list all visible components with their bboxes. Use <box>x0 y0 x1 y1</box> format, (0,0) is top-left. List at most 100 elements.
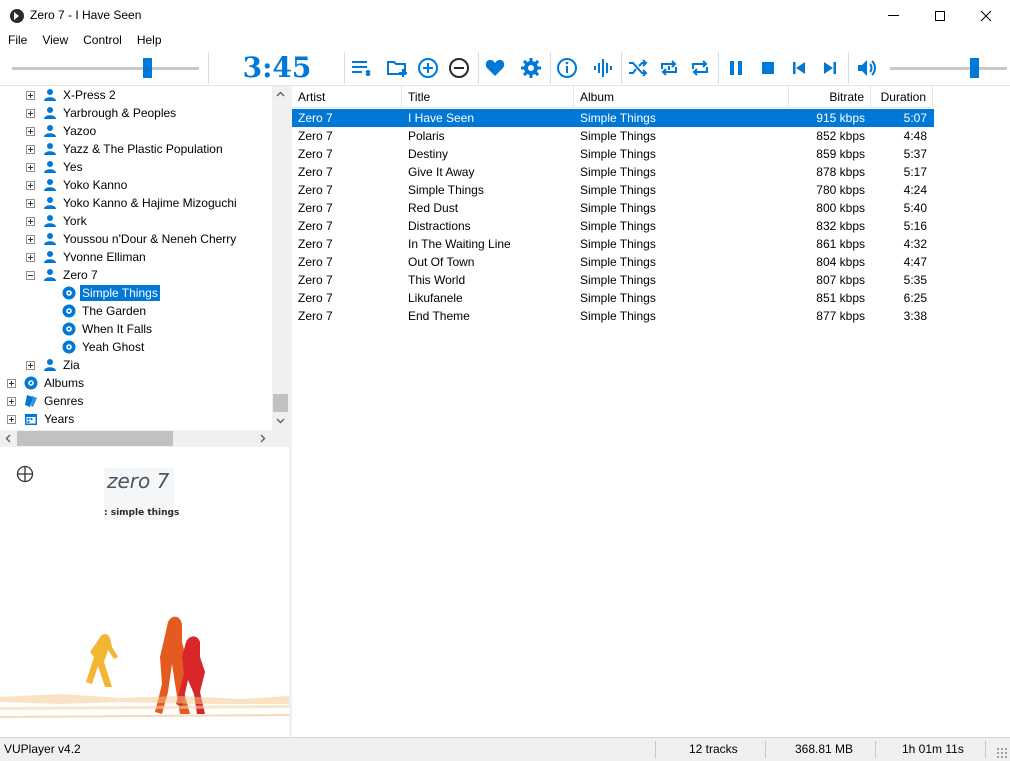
playlist-row[interactable]: Zero 7 Polaris Simple Things 852 kbps 4:48 <box>292 127 934 145</box>
minimize-button[interactable] <box>870 0 916 31</box>
column-header-title[interactable]: Title <box>402 86 574 108</box>
menu-view[interactable]: View <box>34 31 75 50</box>
expand-icon[interactable] <box>26 145 35 154</box>
playlist-row[interactable]: Zero 7 End Theme Simple Things 877 kbps 3:38 <box>292 307 934 325</box>
expand-icon[interactable] <box>26 199 35 208</box>
playback-counter[interactable]: 3:45 <box>210 50 344 86</box>
tree-item[interactable]: The Garden <box>0 302 272 320</box>
expand-icon[interactable] <box>26 253 35 262</box>
info-icon <box>557 58 577 78</box>
playlist-row[interactable]: Zero 7 Distractions Simple Things 832 kbps 5… <box>292 217 934 235</box>
tree-item[interactable]: Simple Things <box>0 284 272 302</box>
playlist-row[interactable]: Zero 7 I Have Seen Simple Things 915 kbps 5:… <box>292 109 934 127</box>
stop-button[interactable] <box>754 54 782 82</box>
tree-item-label: Youssou n'Dour & Neneh Cherry <box>63 232 237 246</box>
expand-icon[interactable] <box>26 181 35 190</box>
previous-button[interactable] <box>785 54 813 82</box>
cell-duration: 3:38 <box>903 309 927 323</box>
tree-item-label: Yarbrough & Peoples <box>63 106 177 120</box>
volume-slider-thumb[interactable] <box>970 58 980 78</box>
cell-title: Give It Away <box>408 165 475 179</box>
add-folder-button[interactable] <box>383 54 411 82</box>
resize-grip[interactable] <box>996 747 1008 759</box>
scroll-left-icon[interactable] <box>4 434 13 443</box>
volume-slider[interactable] <box>890 67 1007 70</box>
tree-item[interactable]: Zia <box>0 356 272 374</box>
tree-horizontal-scroll-thumb[interactable] <box>17 431 173 446</box>
tree-horizontal-scrollbar[interactable] <box>0 430 289 447</box>
add-button[interactable] <box>414 54 442 82</box>
cell-title: End Theme <box>408 309 470 323</box>
tree-vertical-scroll-thumb[interactable] <box>273 394 288 412</box>
tree-item[interactable]: Zero 7 <box>0 266 272 284</box>
status-separator <box>875 741 876 758</box>
menu-control[interactable]: Control <box>75 31 129 50</box>
tree-item[interactable]: Yeah Ghost <box>0 338 272 356</box>
playlist-row[interactable]: Zero 7 This World Simple Things 807 kbps 5:3… <box>292 271 934 289</box>
repeat-track-button[interactable] <box>655 54 683 82</box>
volume-button[interactable] <box>852 54 880 82</box>
tree-item[interactable]: X-Press 2 <box>0 86 272 104</box>
tree-item[interactable]: York <box>0 212 272 230</box>
favourite-button[interactable] <box>481 54 509 82</box>
tree-item[interactable]: Youssou n'Dour & Neneh Cherry <box>0 230 272 248</box>
expand-icon[interactable] <box>26 163 35 172</box>
playlist-row[interactable]: Zero 7 Likufanele Simple Things 851 kbps 6:2… <box>292 289 934 307</box>
expand-icon[interactable] <box>26 127 35 136</box>
playlist-button[interactable] <box>347 54 375 82</box>
expand-icon[interactable] <box>26 361 35 370</box>
shuffle-button[interactable] <box>624 54 652 82</box>
tree-item-label: Simple Things <box>80 285 160 301</box>
expand-icon[interactable] <box>26 217 35 226</box>
tree-vertical-scrollbar[interactable] <box>272 86 289 430</box>
tree-item[interactable]: When It Falls <box>0 320 272 338</box>
tree-item[interactable]: Yes <box>0 158 272 176</box>
scroll-down-icon[interactable] <box>276 416 285 425</box>
pause-button[interactable] <box>722 54 750 82</box>
calendar-icon <box>24 412 38 426</box>
column-header-album[interactable]: Album <box>574 86 789 108</box>
info-button[interactable] <box>553 54 581 82</box>
tree-item[interactable]: Genres <box>0 392 272 410</box>
maximize-button[interactable] <box>917 0 963 31</box>
tree-item[interactable]: Yvonne Elliman <box>0 248 272 266</box>
cell-title: Simple Things <box>408 183 484 197</box>
playlist-row[interactable]: Zero 7 Destiny Simple Things 859 kbps 5:37 <box>292 145 934 163</box>
expand-icon[interactable] <box>7 379 16 388</box>
column-header-artist[interactable]: Artist <box>292 86 402 108</box>
playlist-row[interactable]: Zero 7 Simple Things Simple Things 780 kbps… <box>292 181 934 199</box>
tree-item[interactable]: Albums <box>0 374 272 392</box>
artist-icon <box>43 106 57 120</box>
visualiser-button[interactable] <box>589 54 617 82</box>
expand-icon[interactable] <box>7 397 16 406</box>
remove-button[interactable] <box>445 54 473 82</box>
tree-item[interactable]: Years <box>0 410 272 428</box>
menu-help[interactable]: Help <box>129 31 169 50</box>
seek-slider-thumb[interactable] <box>142 58 152 78</box>
scroll-up-icon[interactable] <box>276 90 285 99</box>
close-button[interactable] <box>963 0 1009 31</box>
next-button[interactable] <box>816 54 844 82</box>
playlist-row[interactable]: Zero 7 Red Dust Simple Things 800 kbps 5:40 <box>292 199 934 217</box>
playlist-row[interactable]: Zero 7 In The Waiting Line Simple Things 86… <box>292 235 934 253</box>
column-header-bitrate[interactable]: Bitrate <box>789 86 871 108</box>
collapse-icon[interactable] <box>26 271 35 280</box>
tree-item[interactable]: Yazoo <box>0 122 272 140</box>
menu-file[interactable]: File <box>0 31 34 50</box>
scroll-right-icon[interactable] <box>258 434 267 443</box>
expand-icon[interactable] <box>26 109 35 118</box>
cell-bitrate: 878 kbps <box>816 165 865 179</box>
tree-item[interactable]: Yazz & The Plastic Population <box>0 140 272 158</box>
playlist-row[interactable]: Zero 7 Out Of Town Simple Things 804 kbps 4:… <box>292 253 934 271</box>
settings-button[interactable] <box>517 54 545 82</box>
tree-item[interactable]: Yoko Kanno <box>0 176 272 194</box>
seek-slider[interactable] <box>12 67 199 70</box>
expand-icon[interactable] <box>7 415 16 424</box>
expand-icon[interactable] <box>26 235 35 244</box>
expand-icon[interactable] <box>26 91 35 100</box>
tree-item[interactable]: Yarbrough & Peoples <box>0 104 272 122</box>
column-header-duration[interactable]: Duration <box>871 86 933 108</box>
repeat-playlist-button[interactable] <box>686 54 714 82</box>
tree-item[interactable]: Yoko Kanno & Hajime Mizoguchi <box>0 194 272 212</box>
playlist-row[interactable]: Zero 7 Give It Away Simple Things 878 kbps 5… <box>292 163 934 181</box>
